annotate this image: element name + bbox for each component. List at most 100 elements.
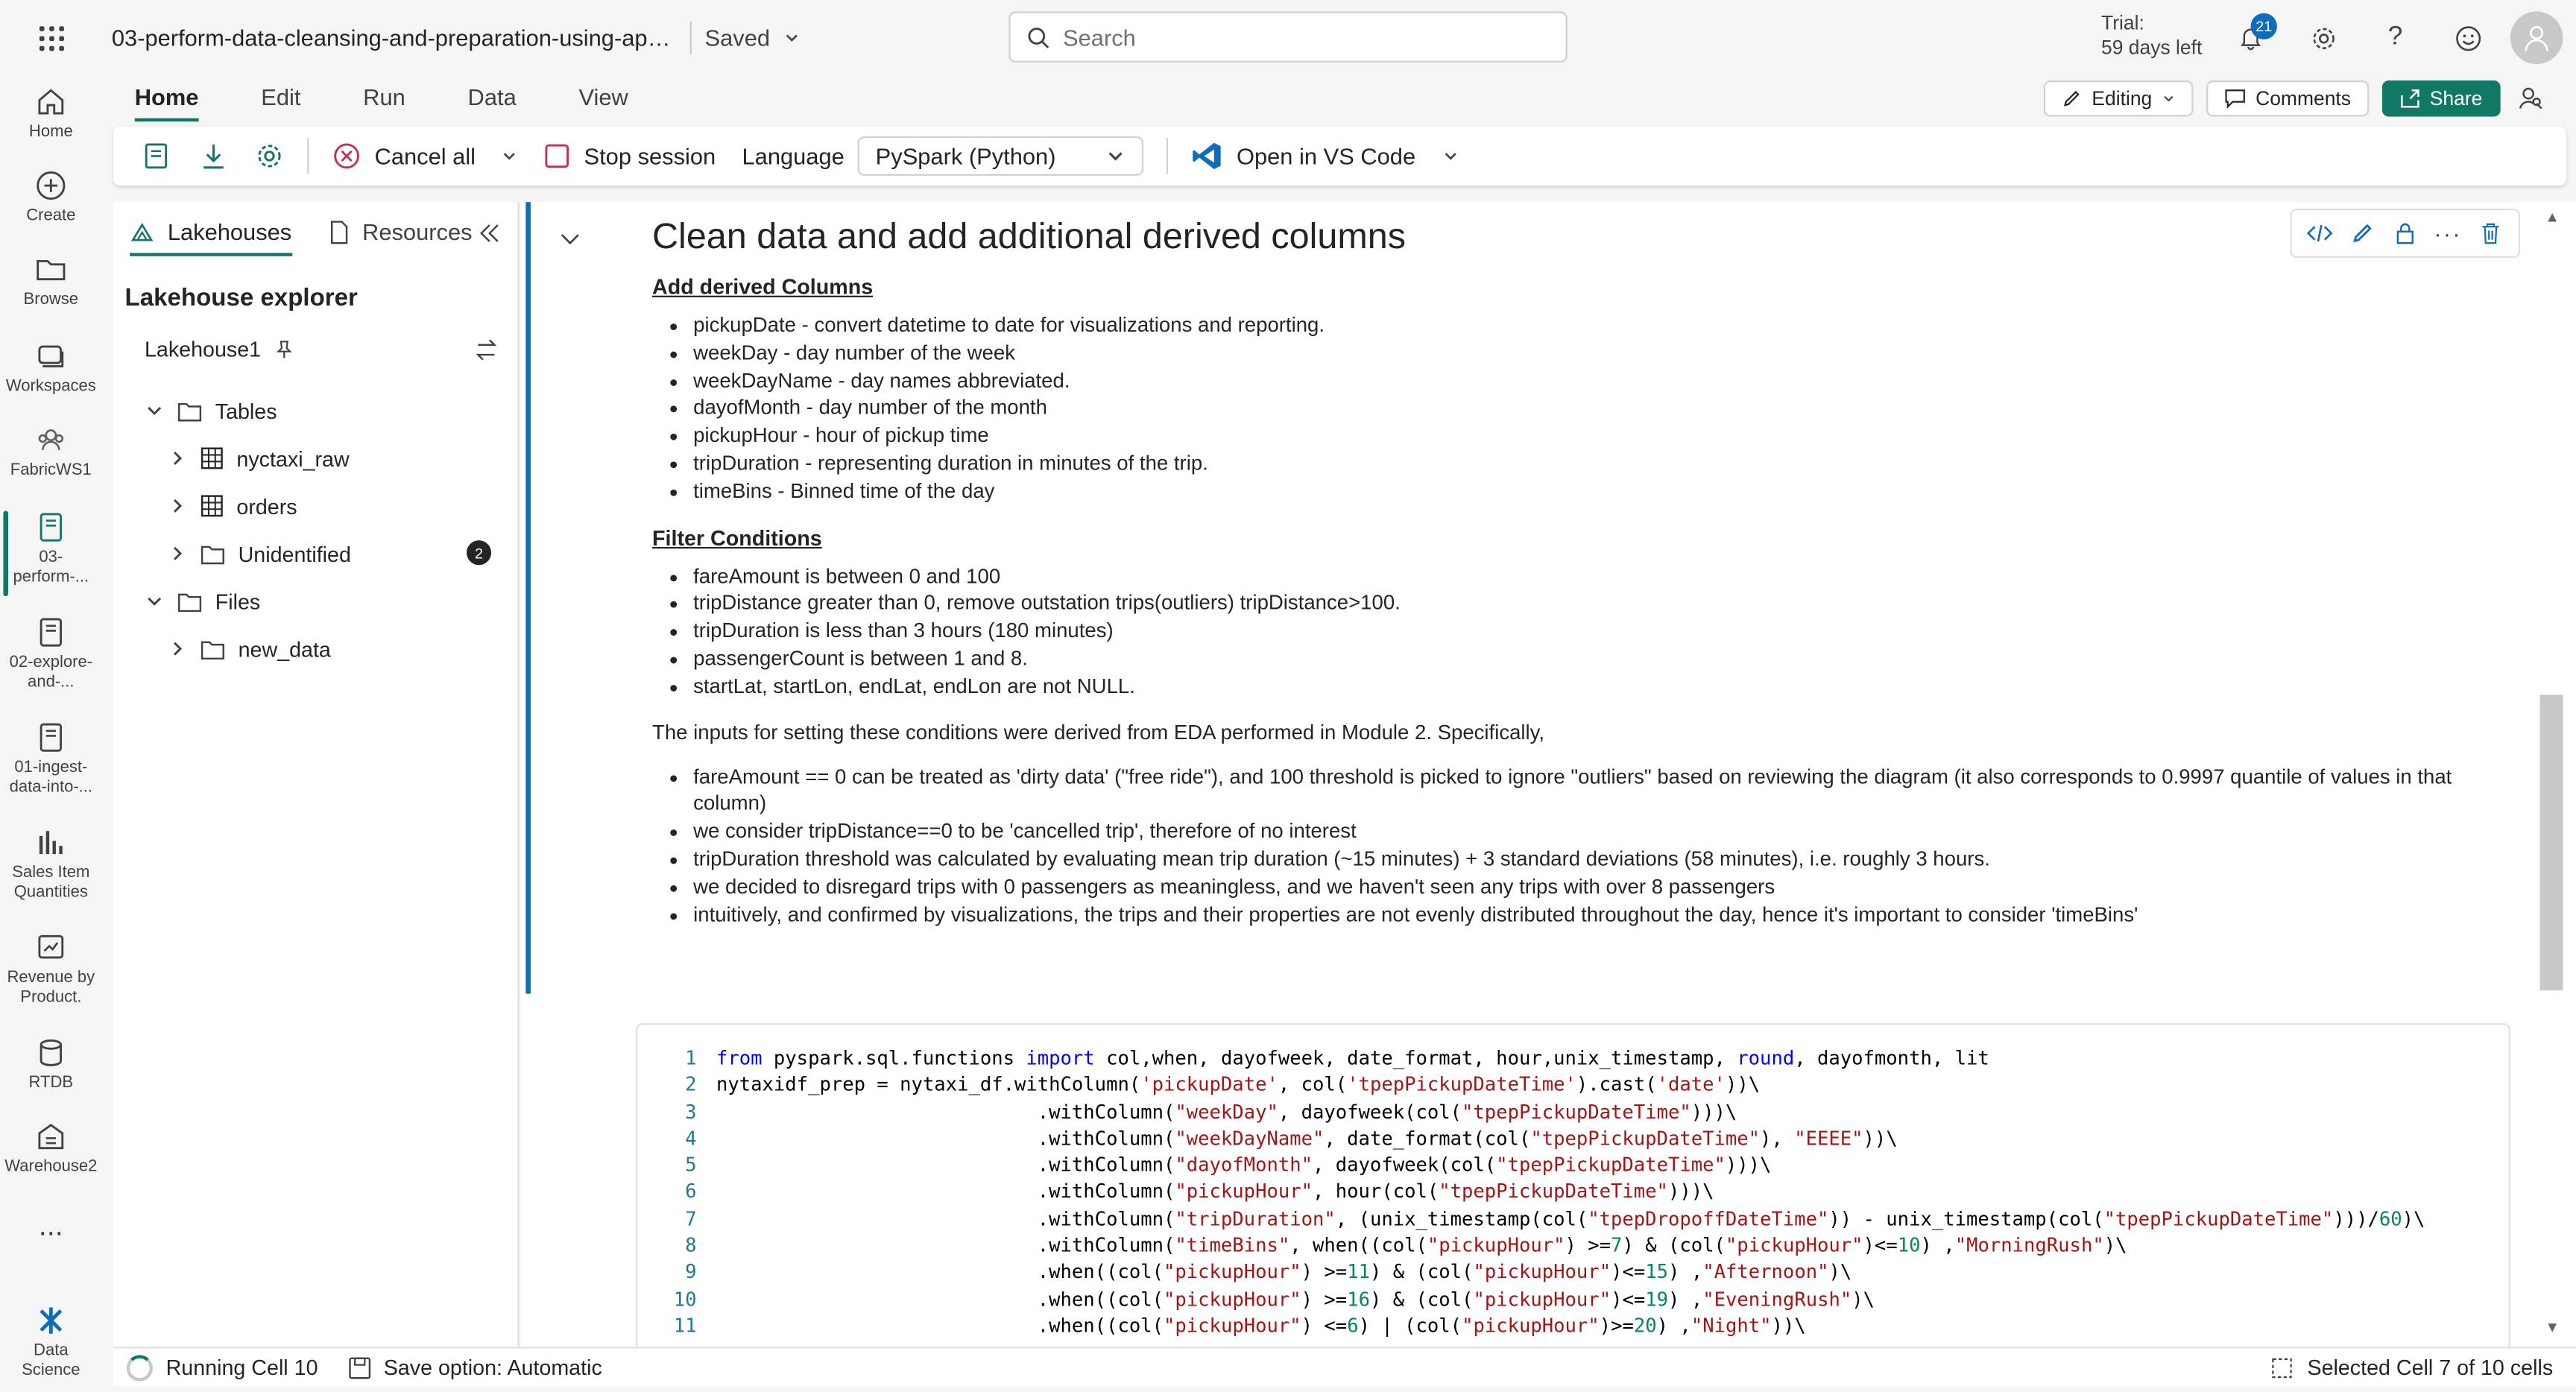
tab-home[interactable]: Home bbox=[102, 75, 229, 122]
code-line[interactable]: 8 .withColumn("timeBins", when((col("pic… bbox=[637, 1232, 2425, 1259]
editing-mode-button[interactable]: Editing bbox=[2044, 80, 2194, 117]
code-line[interactable]: 10 .when((col("pickupHour") >=16) & (col… bbox=[637, 1285, 2425, 1312]
code-text[interactable]: .withColumn("weekDay", dayofweek(col("tp… bbox=[716, 1098, 1737, 1125]
rail-item-fabricws1[interactable]: FabricWS1 bbox=[0, 424, 102, 481]
download-button[interactable] bbox=[186, 127, 242, 186]
rail-item-notebook-01[interactable]: 01-ingest- data-into-... bbox=[0, 721, 102, 799]
rail-item-notebook-03[interactable]: 03- perform-... bbox=[0, 510, 102, 597]
search-input[interactable]: Search bbox=[1063, 24, 1136, 50]
list-item: we consider tripDistance==0 to be 'cance… bbox=[693, 818, 2509, 846]
code-text[interactable]: .withColumn("pickupHour", hour(col("tpep… bbox=[716, 1178, 1714, 1205]
save-option-status[interactable]: Save option: Automatic bbox=[347, 1355, 602, 1379]
code-line[interactable]: 9 .when((col("pickupHour") >=11) & (col(… bbox=[637, 1259, 2425, 1285]
collapse-cell-icon[interactable] bbox=[557, 225, 583, 259]
scroll-up-icon[interactable]: ▲ bbox=[2545, 209, 2560, 225]
help-button[interactable]: ? bbox=[2359, 0, 2431, 75]
save-icon bbox=[348, 1356, 370, 1379]
code-text[interactable]: .when((col("pickupHour") <=6) | (col("pi… bbox=[716, 1312, 1806, 1339]
editing-label: Editing bbox=[2092, 86, 2153, 110]
rail-item-notebook-02[interactable]: 02-explore- and-... bbox=[0, 616, 102, 694]
rail-label: RTDB bbox=[28, 1074, 74, 1092]
stop-session-button[interactable]: Stop session bbox=[531, 127, 729, 186]
app-launcher-icon[interactable] bbox=[0, 0, 102, 75]
code-text[interactable]: .withColumn("weekDayName", date_format(c… bbox=[716, 1125, 1898, 1152]
vscode-options-dropdown[interactable] bbox=[1429, 127, 1471, 186]
notifications-button[interactable]: 21 bbox=[2214, 0, 2287, 75]
tree-folder-files[interactable]: Files bbox=[145, 585, 260, 618]
code-cell[interactable]: 1 from pyspark.sql.functions import col,w… bbox=[635, 1023, 2510, 1347]
comment-icon bbox=[2225, 89, 2245, 109]
copilot-button[interactable] bbox=[2513, 80, 2549, 116]
rail-item-home[interactable]: Home bbox=[0, 86, 102, 143]
rail-item-rtdb[interactable]: RTDB bbox=[0, 1037, 102, 1094]
code-line[interactable]: 2 nytaxidf_prep = nytaxi_df.withColumn('p… bbox=[637, 1072, 2425, 1098]
code-text[interactable]: .withColumn("timeBins", when((col("picku… bbox=[716, 1232, 2127, 1259]
code-text[interactable]: .withColumn("tripDuration", (unix_timest… bbox=[716, 1205, 2425, 1232]
vertical-scrollbar[interactable] bbox=[2539, 695, 2563, 991]
selection-icon bbox=[2273, 1357, 2293, 1378]
tree-folder-tables[interactable]: Tables bbox=[145, 394, 277, 427]
code-text[interactable]: .withColumn("dayofMonth", dayofweek(col(… bbox=[716, 1151, 1772, 1178]
cancel-options-dropdown[interactable] bbox=[489, 127, 531, 186]
code-line[interactable]: 6 .withColumn("pickupHour", hour(col("tp… bbox=[637, 1178, 2425, 1205]
rail-item-create[interactable]: Create bbox=[0, 169, 102, 227]
language-select[interactable]: PySpark (Python) bbox=[857, 136, 1143, 176]
question-icon: ? bbox=[2387, 22, 2403, 51]
list-item: startLat, startLon, endLat, endLon are n… bbox=[693, 673, 2509, 700]
rail-item-browse[interactable]: Browse bbox=[0, 253, 102, 310]
tree-folder-new-data[interactable]: new_data bbox=[168, 633, 331, 665]
tab-lakehouses[interactable]: Lakehouses bbox=[130, 218, 291, 256]
code-text[interactable]: .when((col("pickupHour") >=11) & (col("p… bbox=[716, 1259, 1852, 1285]
table-name: nyctaxi_raw bbox=[236, 446, 350, 471]
code-editor[interactable]: 1 from pyspark.sql.functions import col,w… bbox=[637, 1045, 2425, 1339]
search-box[interactable]: Search bbox=[1008, 11, 1568, 63]
code-line[interactable]: 11 .when((col("pickupHour") <=6) | (col(… bbox=[637, 1312, 2425, 1339]
code-text[interactable]: from pyspark.sql.functions import col,wh… bbox=[716, 1045, 1989, 1072]
save-notebook-button[interactable] bbox=[130, 127, 186, 186]
settings-button[interactable] bbox=[2287, 0, 2359, 75]
rail-item-workspaces[interactable]: Workspaces bbox=[0, 340, 102, 397]
tree-folder-unidentified[interactable]: Unidentified bbox=[168, 537, 496, 570]
collapse-panel-icon[interactable] bbox=[478, 222, 501, 253]
open-vscode-button[interactable]: Open in VS Code bbox=[1178, 127, 1429, 186]
cancel-all-label: Cancel all bbox=[374, 142, 476, 170]
more-icon[interactable]: ... bbox=[0, 1209, 102, 1243]
rail-item-warehouse2[interactable]: Warehouse2 bbox=[0, 1120, 102, 1177]
code-text[interactable]: nytaxidf_prep = nytaxi_df.withColumn('pi… bbox=[716, 1072, 1760, 1098]
switch-lakehouse-icon[interactable] bbox=[475, 338, 498, 361]
report-icon bbox=[38, 934, 64, 959]
tree-table-orders[interactable]: orders bbox=[168, 490, 297, 522]
tab-run[interactable]: Run bbox=[330, 75, 435, 121]
files-label: Files bbox=[215, 589, 261, 614]
status-bar: Running Cell 10 Save option: Automatic S… bbox=[113, 1347, 2576, 1387]
saved-status[interactable]: Saved bbox=[705, 25, 800, 51]
rail-item-data-science[interactable]: Data Science bbox=[0, 1304, 102, 1382]
tab-resources-label: Resources bbox=[362, 218, 473, 245]
notebook-title[interactable]: 03-perform-data-cleansing-and-preparatio… bbox=[102, 25, 677, 51]
list-item: dayofMonth - day number of the month bbox=[693, 395, 2509, 423]
tree-table-nyctaxi-raw[interactable]: nyctaxi_raw bbox=[168, 442, 350, 475]
cancel-all-button[interactable]: Cancel all bbox=[319, 127, 489, 186]
code-text[interactable]: .when((col("pickupHour") >=16) & (col("p… bbox=[716, 1285, 1875, 1312]
settings-button[interactable] bbox=[242, 127, 297, 186]
code-line[interactable]: 1 from pyspark.sql.functions import col,w… bbox=[637, 1045, 2425, 1072]
tab-edit[interactable]: Edit bbox=[228, 75, 330, 121]
tab-resources[interactable]: Resources bbox=[328, 218, 473, 254]
share-button[interactable]: Share bbox=[2381, 80, 2501, 117]
tab-data[interactable]: Data bbox=[435, 75, 546, 121]
download-icon bbox=[203, 144, 224, 169]
code-line[interactable]: 7 .withColumn("tripDuration", (unix_time… bbox=[637, 1205, 2425, 1232]
lakehouse-row[interactable]: Lakehouse1 bbox=[145, 337, 498, 361]
avatar[interactable] bbox=[2510, 11, 2563, 64]
rail-item-revenue-by-product[interactable]: Revenue by Product. bbox=[0, 931, 102, 1009]
code-line[interactable]: 4 .withColumn("weekDayName", date_format… bbox=[637, 1125, 2425, 1152]
home-icon bbox=[38, 89, 64, 115]
tab-view[interactable]: View bbox=[546, 75, 657, 121]
rail-item-sales-item-quantities[interactable]: Sales Item Quantities bbox=[0, 826, 102, 904]
feedback-button[interactable] bbox=[2431, 0, 2504, 75]
code-line[interactable]: 5 .withColumn("dayofMonth", dayofweek(co… bbox=[637, 1151, 2425, 1178]
markdown-cell[interactable]: ··· Clean data and add additional derive… bbox=[525, 202, 2536, 994]
code-line[interactable]: 3 .withColumn("weekDay", dayofweek(col("… bbox=[637, 1098, 2425, 1125]
scroll-down-icon[interactable]: ▼ bbox=[2545, 1319, 2560, 1335]
comments-button[interactable]: Comments bbox=[2206, 80, 2370, 117]
